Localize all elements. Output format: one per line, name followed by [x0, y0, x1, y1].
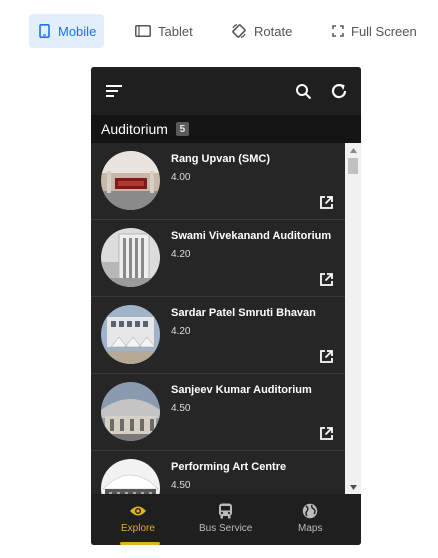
menu-icon[interactable]: [104, 81, 124, 101]
list-item[interactable]: Swami Vivekanand Auditorium 4.20: [91, 220, 345, 297]
bus-icon: [217, 502, 235, 520]
scrollbar[interactable]: [345, 143, 361, 494]
app-bar: [91, 67, 361, 115]
tablet-view-label: Tablet: [158, 23, 193, 39]
venue-name: Sardar Patel Smruti Bhavan: [171, 307, 316, 319]
scrollbar-thumb[interactable]: [348, 158, 358, 174]
external-link-icon[interactable]: [319, 272, 334, 287]
rotate-label: Rotate: [254, 23, 293, 39]
venue-name: Sanjeev Kumar Auditorium: [171, 384, 312, 396]
venue-thumbnail: [101, 151, 160, 210]
rotate-icon: [231, 23, 247, 39]
nav-explore-label: Explore: [121, 523, 155, 534]
search-icon[interactable]: [293, 81, 313, 101]
external-link-icon[interactable]: [319, 195, 334, 210]
venue-rating: 4.20: [171, 249, 191, 260]
device-toolbar: Mobile Tablet Rotate Full Screen: [0, 14, 438, 50]
fullscreen-label: Full Screen: [351, 23, 417, 39]
mobile-icon: [37, 24, 51, 38]
nav-explore[interactable]: Explore: [121, 502, 155, 534]
venue-name: Rang Upvan (SMC): [171, 153, 270, 165]
tablet-icon: [135, 24, 151, 38]
mobile-view-label: Mobile: [58, 23, 97, 39]
scroll-down-arrow[interactable]: [345, 481, 361, 493]
nav-bus-service[interactable]: Bus Service: [199, 502, 252, 534]
nav-bus-service-label: Bus Service: [199, 523, 253, 534]
auditorium-list: Rang Upvan (SMC) 4.00 Swami Vivekanand A…: [91, 143, 345, 494]
nav-maps-label: Maps: [298, 523, 323, 534]
venue-rating: 4.50: [171, 403, 191, 414]
venue-thumbnail: [101, 305, 160, 364]
tablet-view-button[interactable]: Tablet: [127, 14, 201, 48]
scroll-up-arrow[interactable]: [345, 144, 361, 156]
active-tab-indicator: [120, 542, 160, 545]
count-badge: 5: [175, 122, 189, 136]
venue-rating: 4.00: [171, 172, 191, 183]
refresh-icon[interactable]: [329, 81, 349, 101]
venue-thumbnail: [101, 382, 160, 441]
list-item[interactable]: Rang Upvan (SMC) 4.00: [91, 143, 345, 220]
external-link-icon[interactable]: [319, 349, 334, 364]
venue-rating: 4.50: [171, 480, 191, 491]
fullscreen-button[interactable]: Full Screen: [324, 14, 425, 48]
fullscreen-icon: [332, 25, 344, 37]
external-link-icon[interactable]: [319, 426, 334, 441]
venue-name: Swami Vivekanand Auditorium: [171, 230, 332, 242]
mobile-view-button[interactable]: Mobile: [29, 14, 105, 48]
eye-icon: [129, 502, 147, 520]
venue-thumbnail: [101, 228, 160, 287]
bottom-navigation: Explore Bus Service Maps: [91, 494, 361, 545]
venue-name: Performing Art Centre: [171, 461, 287, 473]
venue-rating: 4.20: [171, 326, 191, 337]
venue-thumbnail: [101, 459, 160, 494]
globe-icon: [301, 502, 319, 520]
list-item[interactable]: Sardar Patel Smruti Bhavan 4.20: [91, 297, 345, 374]
nav-maps[interactable]: Maps: [298, 502, 322, 534]
list-item[interactable]: Sanjeev Kumar Auditorium 4.50: [91, 374, 345, 451]
rotate-button[interactable]: Rotate: [223, 14, 300, 48]
section-header: Auditorium 5: [91, 115, 361, 143]
section-title: Auditorium: [101, 121, 168, 137]
phone-frame: Auditorium 5 Rang Upvan (SMC) 4.00 Swami…: [91, 67, 361, 545]
list-item[interactable]: Performing Art Centre 4.50: [91, 451, 345, 494]
